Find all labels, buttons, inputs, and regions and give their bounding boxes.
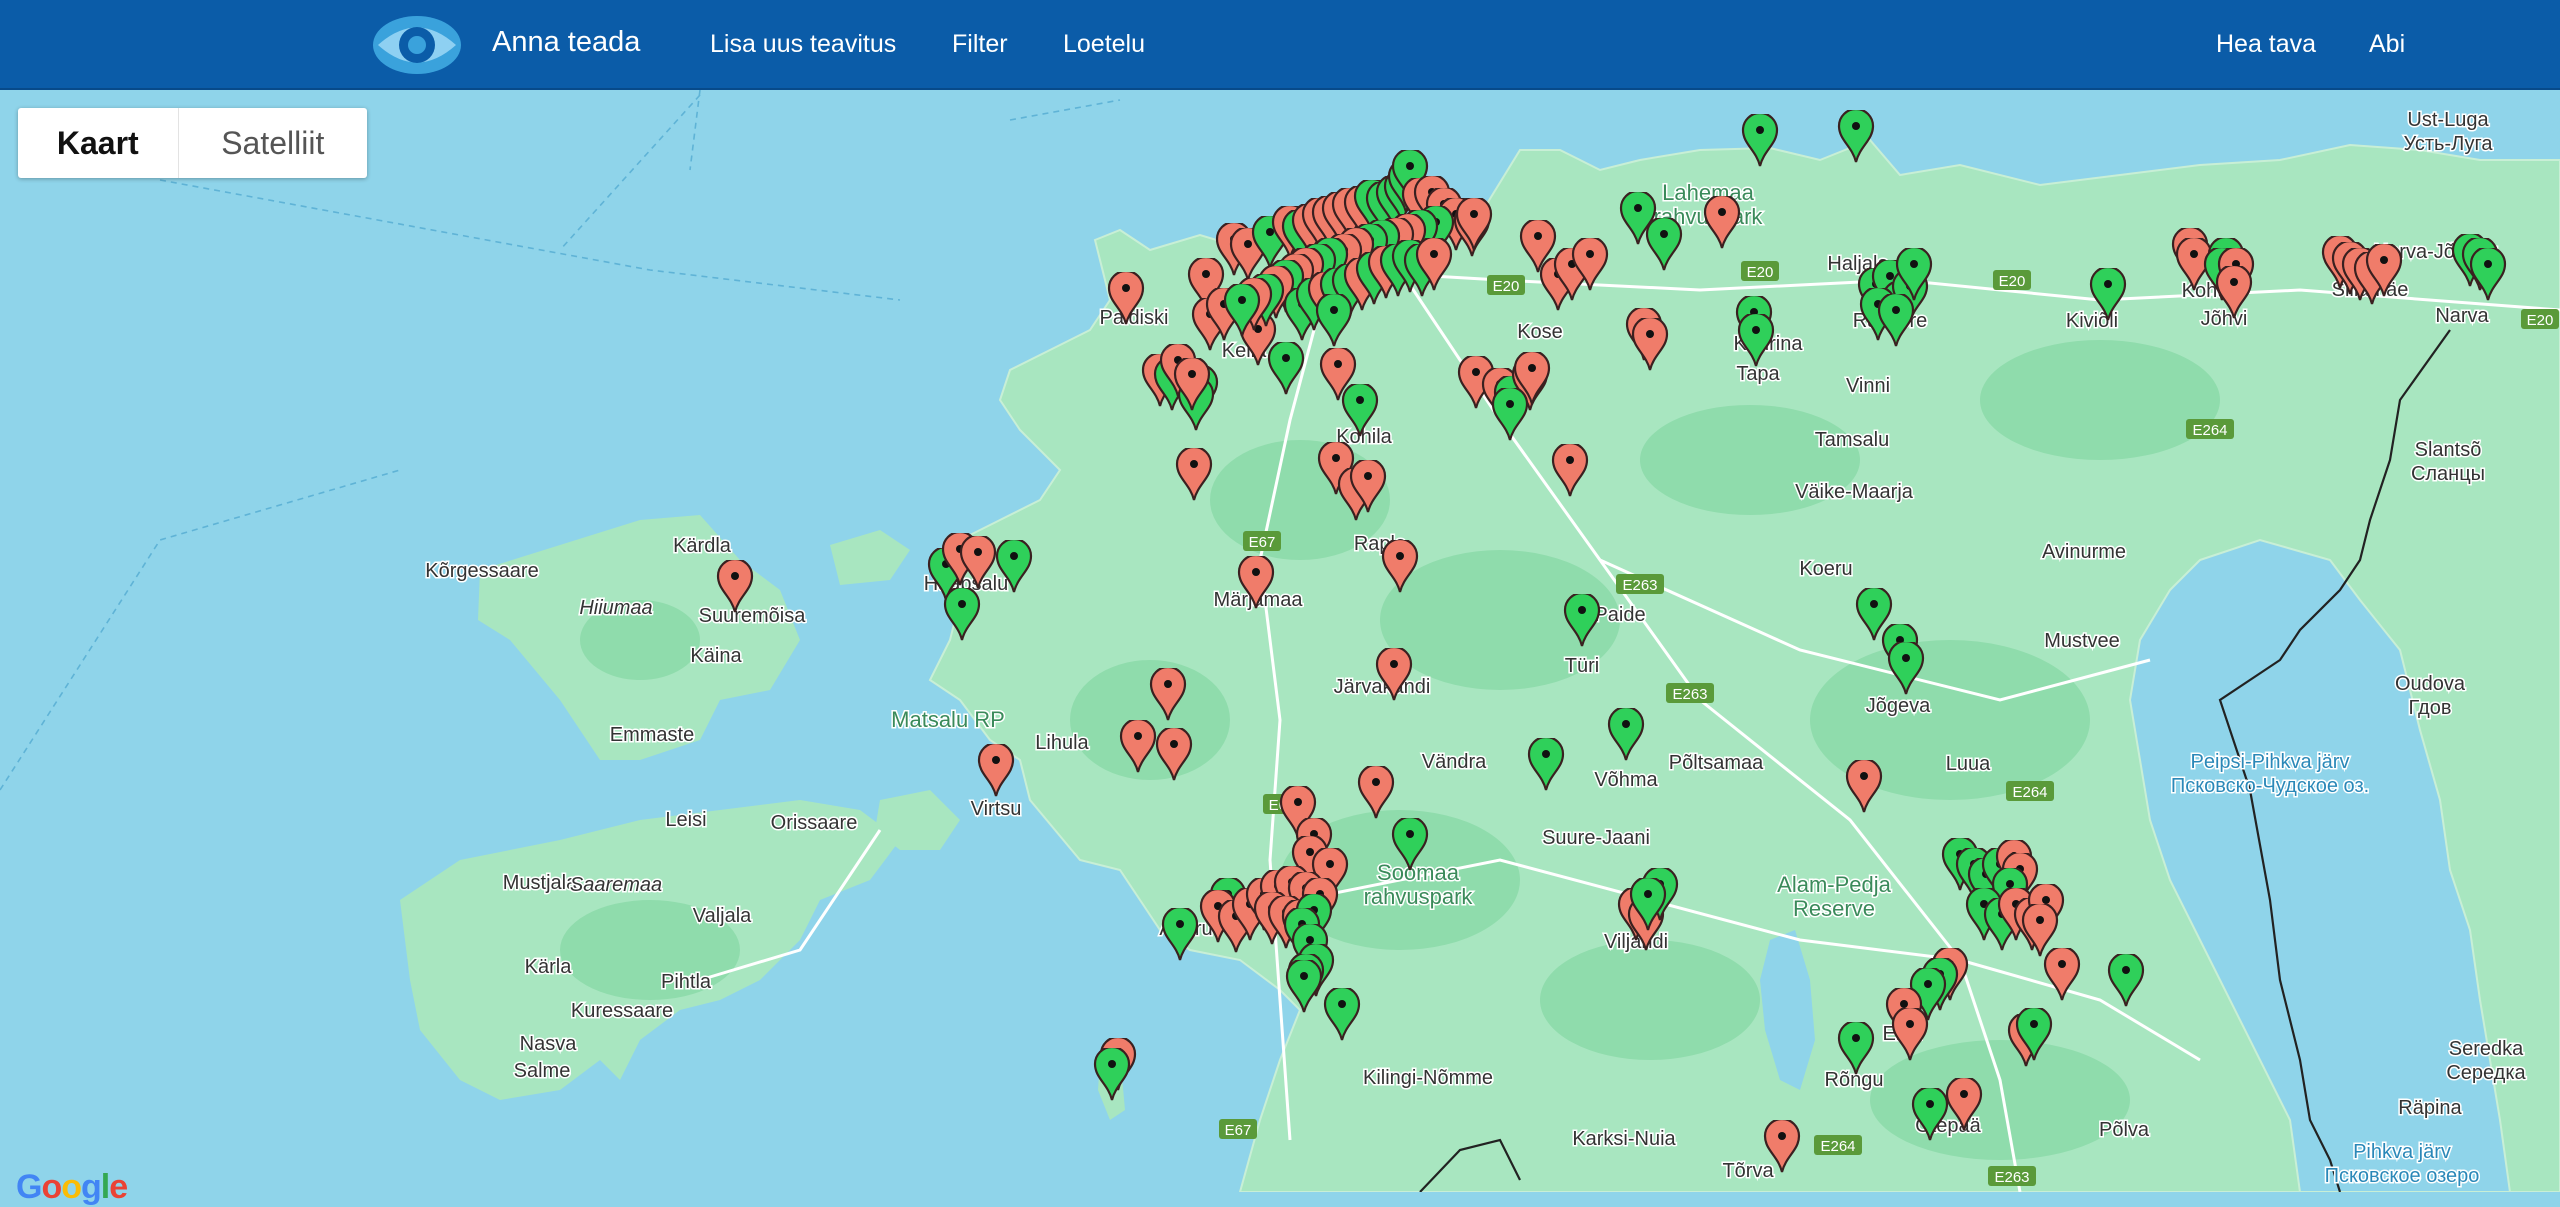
- top-navigation-bar: Anna teada Lisa uus teavitus Filter Loet…: [0, 0, 2560, 90]
- map-label-torva: Tõrva: [1722, 1160, 1774, 1182]
- map-label-suurejaani: Suure-Jaani: [1542, 827, 1650, 849]
- map-label-orissaare: Orissaare: [771, 812, 858, 834]
- map-label-rapina: Räpina: [2398, 1097, 2462, 1119]
- road-shield-e264c: E264: [1814, 1135, 1862, 1155]
- map-label-tapa: Tapa: [1736, 363, 1780, 385]
- map-label-jogeva: Jõgeva: [1866, 695, 1931, 717]
- map-label-salme: Salme: [514, 1060, 571, 1082]
- map-label-alampedja: Alam-Pedja Reserve: [1777, 872, 1891, 921]
- map-label-paide: Paide: [1594, 604, 1645, 626]
- map-label-vandra: Vändra: [1422, 751, 1487, 773]
- map-label-soomaa: Soomaa rahvuspark: [1364, 860, 1474, 909]
- map-label-hiiumaa: Hiiumaa: [579, 597, 652, 619]
- svg-text:E264: E264: [1820, 1138, 1855, 1155]
- map-label-narva: Narva: [2435, 305, 2489, 327]
- map-label-rongu: Rõngu: [1825, 1069, 1884, 1091]
- map-canvas[interactable]: Kärdla Kõrgessaare Hiiumaa Suuremõisa Käina E…: [0, 90, 2560, 1192]
- road-shield-e263c: E263: [1988, 1166, 2036, 1186]
- map-label-avinurme: Avinurme: [2042, 541, 2126, 563]
- map-label-kardla: Kärdla: [673, 535, 732, 557]
- svg-text:E264: E264: [2192, 422, 2227, 439]
- svg-text:E20: E20: [2527, 312, 2554, 329]
- map-label-kose: Kose: [1517, 321, 1563, 343]
- app-title[interactable]: Anna teada: [492, 26, 640, 59]
- nav-add-notice[interactable]: Lisa uus teavitus: [710, 30, 896, 59]
- map-label-johvi: Jõhvi: [2201, 308, 2248, 330]
- map-label-mustjala: Mustjala: [503, 872, 578, 894]
- road-shield-e67a: E67: [1243, 531, 1281, 551]
- map-label-poltsamaa: Põltsamaa: [1669, 752, 1764, 774]
- map-label-polva: Põlva: [2099, 1119, 2150, 1141]
- map-label-kuressaare: Kuressaare: [571, 1000, 673, 1022]
- svg-text:E20: E20: [1493, 278, 1520, 295]
- road-shield-e264a: E264: [2186, 419, 2234, 439]
- road-shield-e20d: E20: [2521, 309, 2559, 329]
- map-svg[interactable]: Kärdla Kõrgessaare Hiiumaa Suuremõisa Käina E…: [0, 90, 2560, 1192]
- map-type-satellite-button[interactable]: Satelliit: [179, 108, 367, 178]
- map-label-suuremoisa: Suuremõisa: [699, 605, 807, 627]
- svg-text:E264: E264: [2012, 784, 2047, 801]
- map-label-paldiski: Paldiski: [1100, 307, 1169, 329]
- map-label-leisi: Leisi: [665, 809, 706, 831]
- svg-text:E263: E263: [1994, 1169, 2029, 1186]
- map-label-nasva: Nasva: [520, 1033, 578, 1055]
- map-label-volma: Võhma: [1594, 769, 1658, 791]
- road-shield-e263a: E263: [1616, 574, 1664, 594]
- map-label-luua: Luua: [1946, 753, 1991, 775]
- google-logo: Google: [16, 1168, 128, 1206]
- svg-text:E67: E67: [1249, 534, 1276, 551]
- road-shield-e20a: E20: [1487, 275, 1525, 295]
- map-label-turi: Türi: [1565, 655, 1599, 677]
- map-label-vinni: Vinni: [1846, 375, 1890, 397]
- map-label-kilingi: Kilingi-Nõmme: [1363, 1067, 1493, 1089]
- map-label-karla: Kärla: [525, 956, 573, 978]
- nav-list[interactable]: Loetelu: [1063, 30, 1145, 59]
- svg-text:E67: E67: [1225, 1122, 1252, 1139]
- svg-text:E263: E263: [1672, 686, 1707, 703]
- map-label-korgessaare: Kõrgessaare: [425, 560, 538, 582]
- map-label-virtsu: Virtsu: [971, 798, 1022, 820]
- road-shield-e264b: E264: [2006, 781, 2054, 801]
- map-label-matsalu: Matsalu RP: [891, 707, 1005, 732]
- nav-good-practice[interactable]: Hea tava: [2216, 30, 2316, 59]
- svg-text:E20: E20: [1999, 273, 2026, 290]
- map-label-lihula: Lihula: [1035, 732, 1089, 754]
- road-shield-e67c: E67: [1219, 1119, 1257, 1139]
- eye-icon[interactable]: [372, 14, 462, 76]
- road-shield-e263b: E263: [1666, 683, 1714, 703]
- map-label-emmaste: Emmaste: [610, 724, 694, 746]
- road-shield-e20b: E20: [1741, 261, 1779, 281]
- map-label-valjala: Valjala: [693, 905, 752, 927]
- road-shield-e20c: E20: [1993, 270, 2031, 290]
- map-label-koeru: Koeru: [1799, 558, 1852, 580]
- nav-filter[interactable]: Filter: [952, 30, 1008, 59]
- map-type-map-button[interactable]: Kaart: [18, 108, 179, 178]
- nav-help[interactable]: Abi: [2369, 30, 2405, 59]
- map-label-vaikemaarja: Väike-Maarja: [1795, 481, 1914, 503]
- svg-text:E263: E263: [1622, 577, 1657, 594]
- map-type-control: Kaart Satelliit: [18, 108, 367, 178]
- map-label-tamsalu: Tamsalu: [1815, 429, 1889, 451]
- map-label-karksi: Karksi-Nuia: [1572, 1128, 1676, 1150]
- svg-text:E20: E20: [1747, 264, 1774, 281]
- map-label-kaina: Käina: [690, 645, 742, 667]
- map-label-mustvee: Mustvee: [2044, 630, 2120, 652]
- map-label-pihtla: Pihtla: [661, 971, 712, 993]
- map-label-saaremaa: Saaremaa: [570, 874, 662, 896]
